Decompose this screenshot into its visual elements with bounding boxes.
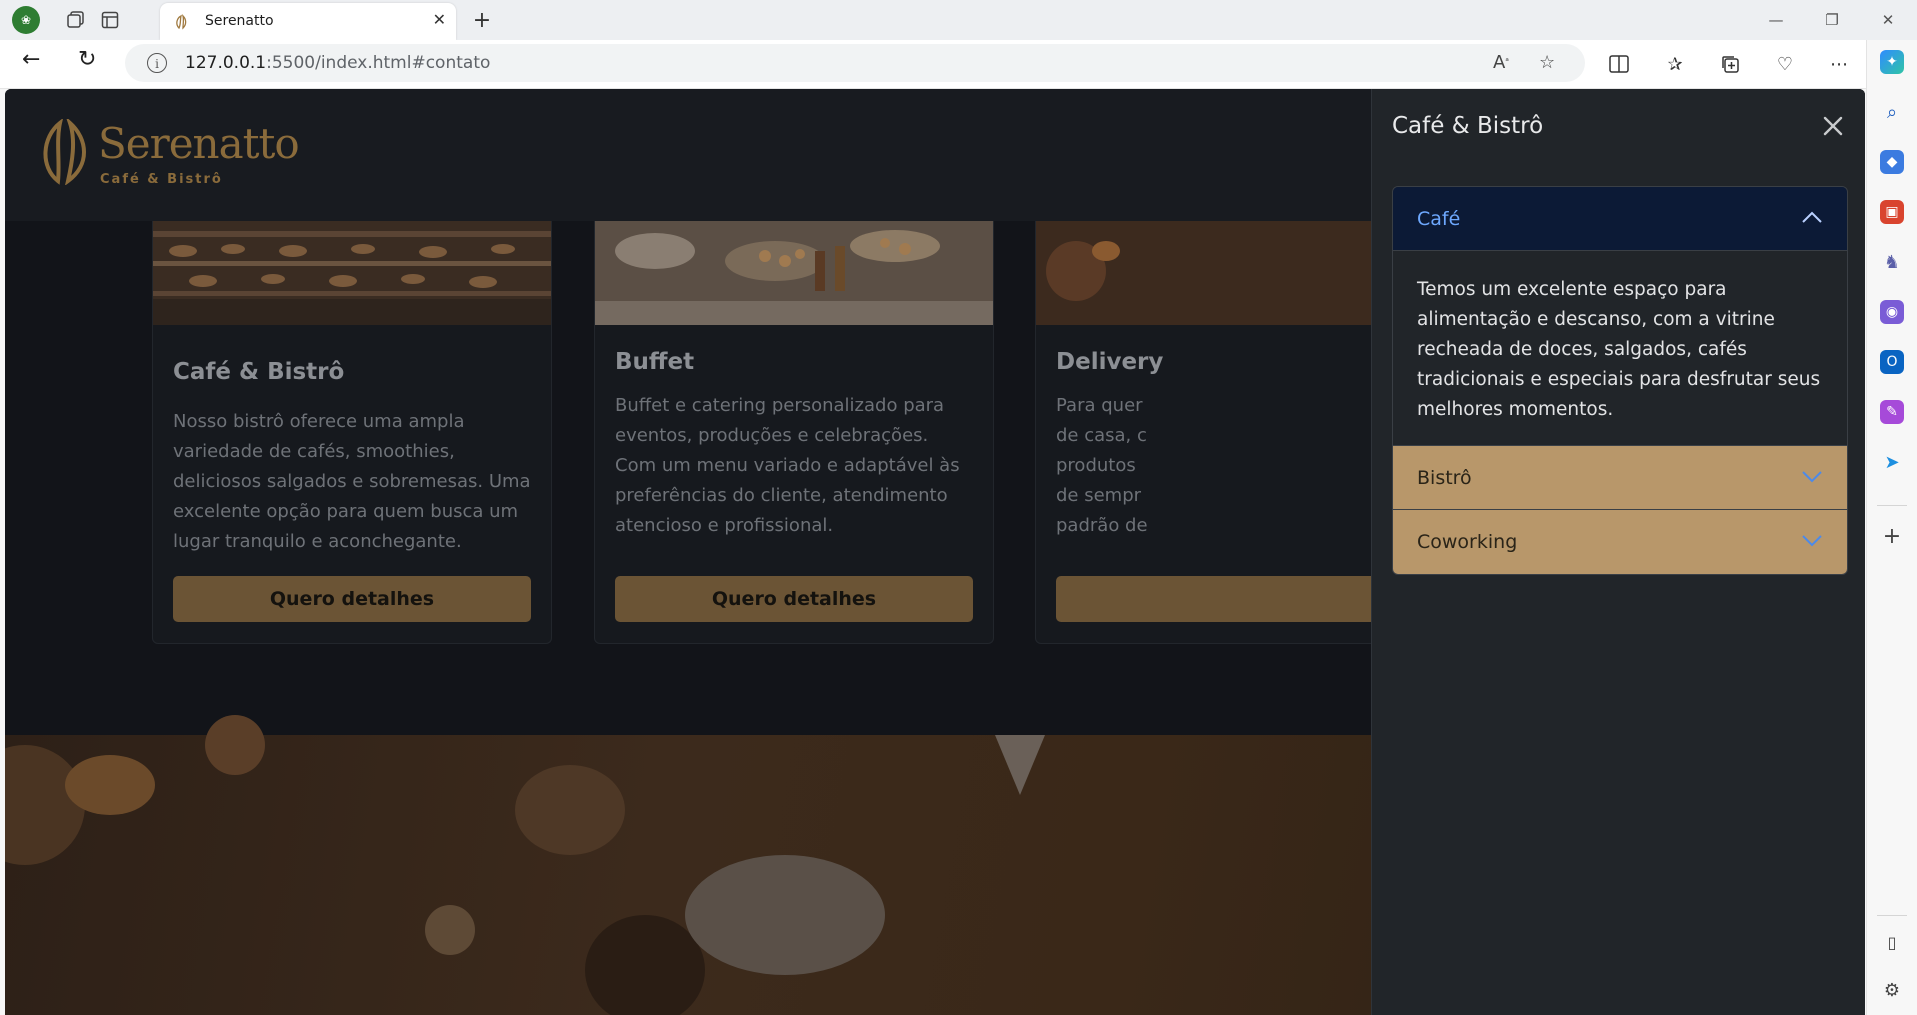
chevron-up-icon [1802, 211, 1822, 223]
shopping-tag-icon[interactable]: ◆ [1880, 150, 1904, 174]
bakery-showcase-image [153, 221, 551, 325]
designer-icon[interactable]: ✎ [1880, 400, 1904, 424]
card-text-line: de casa, c [1056, 425, 1147, 446]
serenatto-favicon-icon [176, 14, 187, 30]
card-title: Buffet [615, 349, 695, 375]
workspaces-icon[interactable] [62, 6, 90, 34]
site-info-icon[interactable]: i [147, 53, 167, 73]
brand-name: Serenatto [98, 119, 300, 168]
restore-icon[interactable]: ❐ [1818, 6, 1846, 34]
coffee-bean-logo-icon [43, 116, 86, 186]
banner-shape [5, 745, 85, 865]
microsoft365-icon[interactable]: ◉ [1880, 300, 1904, 324]
chevron-down-icon [1802, 471, 1822, 483]
banner-shape [425, 905, 475, 955]
buffet-table-image [595, 221, 993, 325]
settings-more-icon[interactable]: ⋯ [1824, 49, 1854, 79]
favorite-star-icon[interactable]: ☆ [1539, 52, 1555, 73]
url-text[interactable]: 127.0.0.1:5500/index.html#contato [185, 53, 490, 73]
pennant-flag-shape [995, 735, 1045, 795]
collections-icon[interactable] [1715, 49, 1745, 79]
url-host: 127.0.0.1 [185, 53, 267, 73]
accordion-header-bistro[interactable]: Bistrô [1393, 446, 1847, 510]
back-icon[interactable]: ← [22, 47, 40, 72]
games-chess-icon[interactable]: ♞ [1880, 250, 1904, 274]
tab-title: Serenatto [205, 13, 274, 29]
site-logo[interactable]: Serenatto Café & Bistrô [38, 116, 300, 189]
tools-briefcase-icon[interactable]: ▣ [1880, 200, 1904, 224]
edge-sidebar: ✦ ⌕ ◆ ▣ ♞ ◉ O ✎ ➤ + ▯ ⚙ [1866, 40, 1917, 1015]
accordion-header-coworking[interactable]: Coworking [1393, 510, 1847, 574]
offcanvas-title: Café & Bistrô [1392, 113, 1544, 139]
search-icon[interactable]: ⌕ [1880, 100, 1904, 124]
outlook-icon[interactable]: O [1880, 350, 1904, 374]
services-accordion: Café Temos um excelente espaço para alim… [1392, 186, 1848, 575]
banner-shape [585, 915, 705, 1015]
accordion-label: Coworking [1417, 531, 1518, 553]
quero-detalhes-button[interactable]: Quero detalhes [615, 576, 973, 622]
service-card-buffet: Buffet Buffet e catering personalizado p… [594, 221, 994, 644]
page-viewport: Serenatto Café & Bistrô Café & Bistrô No… [5, 89, 1865, 1015]
quero-detalhes-button[interactable]: Quero detalhes [173, 576, 531, 622]
send-icon[interactable]: ➤ [1880, 450, 1904, 474]
card-text-line: de sempr [1056, 485, 1142, 506]
sidebar-divider [1877, 915, 1907, 916]
favorites-icon[interactable]: ✰ [1660, 49, 1690, 79]
accordion-label: Bistrô [1417, 467, 1472, 489]
split-screen-icon[interactable] [1604, 49, 1634, 79]
card-text: Buffet e catering personalizado para eve… [615, 395, 960, 536]
service-card-cafe-bistro: Café & Bistrô Nosso bistrô oferece uma a… [152, 221, 552, 644]
refresh-icon[interactable]: ↻ [78, 47, 96, 72]
card-text: Nosso bistrô oferece uma ampla variedade… [173, 411, 531, 552]
offcanvas-close-icon[interactable] [1818, 111, 1848, 141]
url-path: :5500/index.html#contato [266, 53, 491, 73]
add-sidebar-app-icon[interactable]: + [1880, 524, 1904, 549]
profile-avatar[interactable]: ❀ [12, 6, 40, 34]
banner-shape [515, 765, 625, 855]
new-tab-icon[interactable]: + [468, 6, 496, 34]
sidebar-settings-gear-icon[interactable]: ⚙ [1880, 978, 1904, 1002]
accordion-header-cafe[interactable]: Café [1393, 187, 1847, 251]
card-text-line: Para quer [1056, 395, 1143, 416]
sidebar-divider [1877, 505, 1907, 506]
card-text-line: padrão de [1056, 515, 1148, 536]
window-close-icon[interactable]: ✕ [1874, 6, 1902, 34]
hide-sidebar-icon[interactable]: ▯ [1880, 930, 1904, 954]
quero-detalhes-button[interactable] [1056, 576, 1414, 622]
card-title: Café & Bistrô [173, 359, 345, 385]
vertical-tabs-icon[interactable] [96, 6, 124, 34]
banner-shape [65, 755, 155, 815]
address-bar[interactable]: i 127.0.0.1:5500/index.html#contato Aₐ ☆ [125, 44, 1585, 82]
minimize-icon[interactable]: — [1762, 6, 1790, 34]
active-tab[interactable]: Serenatto ✕ [160, 3, 456, 40]
banner-shape [685, 855, 885, 975]
card-title: Delivery [1056, 349, 1164, 375]
copilot-icon[interactable]: ✦ [1880, 50, 1904, 74]
read-aloud-icon[interactable]: Aₐ [1493, 52, 1509, 73]
chevron-down-icon [1802, 535, 1822, 547]
banner-shape [205, 715, 265, 775]
offcanvas-panel: Café & Bistrô Café Temos um excelente es… [1371, 89, 1865, 1015]
brand-subtitle: Café & Bistrô [100, 172, 223, 187]
accordion-body-cafe: Temos um excelente espaço para alimentaç… [1393, 251, 1847, 446]
tab-close-icon[interactable]: ✕ [433, 10, 446, 29]
browser-tab-bar: ❀ Serenatto ✕ + — ❐ ✕ [0, 0, 1917, 40]
accordion-label: Café [1417, 208, 1461, 230]
browser-essentials-icon[interactable]: ♡ [1770, 49, 1800, 79]
card-text-line: produtos [1056, 455, 1136, 476]
